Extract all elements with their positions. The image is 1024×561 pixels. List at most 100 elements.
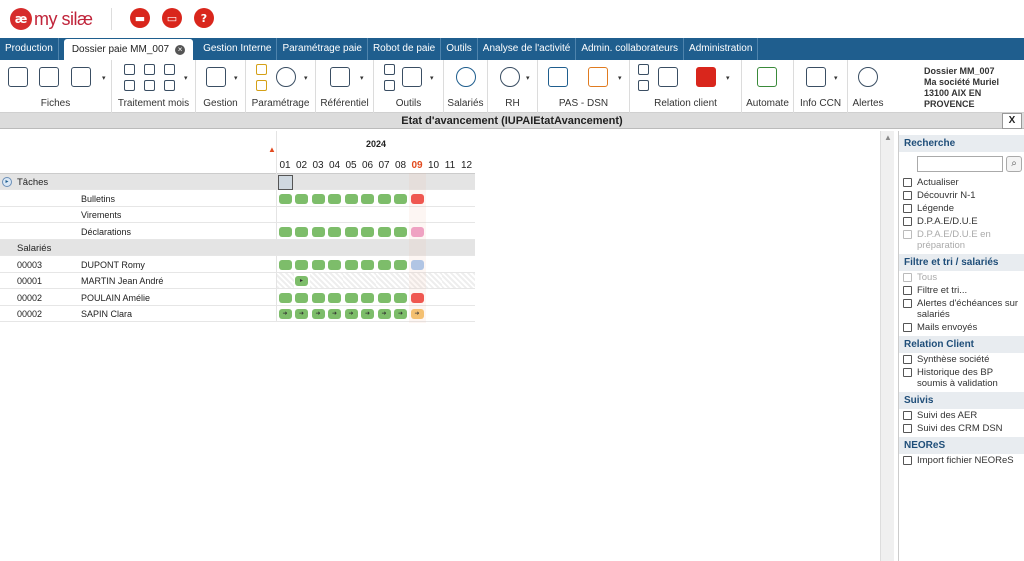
- sort-indicator-icon[interactable]: ▲: [268, 145, 276, 154]
- tab-admin-collaborateurs[interactable]: Admin. collaborateurs: [576, 38, 685, 60]
- close-icon[interactable]: ×: [175, 44, 186, 55]
- status-dot[interactable]: [394, 193, 407, 204]
- status-dot[interactable]: [328, 292, 341, 303]
- month-header[interactable]: 05: [343, 160, 359, 171]
- hand-user-icon[interactable]: [500, 67, 520, 87]
- status-dot[interactable]: [377, 292, 391, 303]
- status-dot[interactable]: [278, 193, 292, 204]
- status-dot[interactable]: [311, 193, 325, 204]
- status-dot[interactable]: [377, 193, 391, 204]
- month-header[interactable]: 11: [442, 160, 458, 171]
- status-dot-arrow[interactable]: ➜: [344, 309, 358, 319]
- status-dot-arrow[interactable]: ➜: [278, 309, 292, 319]
- sidebar-item[interactable]: Mails envoyés: [899, 321, 1024, 334]
- status-dot-arrow[interactable]: ➜: [311, 309, 325, 319]
- month-header[interactable]: 09: [409, 160, 425, 171]
- bank-icon[interactable]: [548, 67, 568, 87]
- status-dot[interactable]: [328, 226, 341, 237]
- folder-icon[interactable]: ▬: [130, 8, 150, 28]
- status-dot[interactable]: [328, 193, 341, 204]
- close-button[interactable]: X: [1002, 113, 1022, 129]
- status-dot-flag[interactable]: ▸: [295, 276, 308, 286]
- pen-icon[interactable]: [124, 80, 135, 91]
- building-icon[interactable]: [39, 67, 59, 87]
- status-dot[interactable]: [295, 259, 308, 270]
- chevron-down-icon[interactable]: ▾: [234, 74, 238, 82]
- company-card-icon[interactable]: [8, 67, 28, 87]
- sidebar-item[interactable]: Suivi des CRM DSN: [899, 422, 1024, 435]
- month-header[interactable]: 02: [294, 160, 310, 171]
- tab-analyse-activite[interactable]: Analyse de l'activité: [478, 38, 577, 60]
- sidebar-item[interactable]: Import fichier NEOReS: [899, 454, 1024, 467]
- status-dot[interactable]: [311, 259, 325, 270]
- status-dot-arrow[interactable]: ➜: [377, 309, 391, 319]
- sidebar-item[interactable]: Filtre et tri...: [899, 284, 1024, 297]
- selected-cell[interactable]: [278, 175, 293, 190]
- status-dot[interactable]: [311, 292, 325, 303]
- folder-icon[interactable]: [256, 64, 267, 75]
- status-dot-arrow[interactable]: ➜: [328, 309, 341, 319]
- month-header[interactable]: 06: [360, 160, 376, 171]
- doc-icon[interactable]: [384, 80, 395, 91]
- tab-outils[interactable]: Outils: [441, 38, 478, 60]
- vertical-scrollbar[interactable]: ▲: [880, 131, 894, 561]
- status-dot[interactable]: [361, 292, 374, 303]
- status-dot[interactable]: [311, 226, 325, 237]
- status-dot[interactable]: [377, 259, 391, 270]
- gear-icon[interactable]: [276, 67, 296, 87]
- chevron-down-icon[interactable]: ▾: [726, 74, 730, 82]
- expand-icon[interactable]: ▸: [2, 177, 12, 187]
- mysilae-icon[interactable]: [696, 67, 716, 87]
- status-dot[interactable]: [361, 259, 374, 270]
- book-add-icon[interactable]: [330, 67, 350, 87]
- sidebar-item[interactable]: Synthèse société: [899, 353, 1024, 366]
- tab-robot-de-paie[interactable]: Robot de paie: [368, 38, 442, 60]
- edit-icon[interactable]: [144, 80, 155, 91]
- chevron-down-icon[interactable]: ▾: [102, 74, 106, 82]
- sidebar-item[interactable]: Légende: [899, 202, 1024, 215]
- month-header[interactable]: 07: [376, 160, 392, 171]
- inbox-icon[interactable]: ▭: [162, 8, 182, 28]
- month-header[interactable]: 10: [426, 160, 442, 171]
- users-icon[interactable]: [456, 67, 476, 87]
- tool-icon[interactable]: [124, 64, 135, 75]
- tab-dossier-paie[interactable]: Dossier paie MM_007 ×: [62, 38, 195, 60]
- status-dot[interactable]: [377, 226, 391, 237]
- status-dot[interactable]: [278, 226, 292, 237]
- help-book-icon[interactable]: [806, 67, 826, 87]
- user-card-icon[interactable]: [71, 67, 91, 87]
- month-header[interactable]: 01: [277, 160, 293, 171]
- month-header[interactable]: 08: [393, 160, 409, 171]
- at-sign-icon[interactable]: [638, 80, 649, 91]
- chevron-down-icon[interactable]: ▾: [430, 74, 434, 82]
- calendar-icon[interactable]: [144, 64, 155, 75]
- search-icon[interactable]: ⌕: [1006, 156, 1022, 172]
- doc-icon[interactable]: [384, 64, 395, 75]
- status-dot[interactable]: [278, 292, 292, 303]
- tab-parametrage-paie[interactable]: Paramétrage paie: [277, 38, 368, 60]
- chevron-down-icon[interactable]: ▾: [184, 74, 188, 82]
- tab-production[interactable]: Production: [0, 38, 59, 60]
- tab-gestion-interne[interactable]: Gestion Interne: [198, 38, 278, 60]
- status-dot-arrow[interactable]: ➜: [394, 309, 407, 319]
- status-dot[interactable]: [328, 259, 341, 270]
- month-header[interactable]: 03: [310, 160, 326, 171]
- tools-icon[interactable]: [402, 67, 422, 87]
- status-dot[interactable]: [344, 259, 358, 270]
- status-dot[interactable]: [295, 292, 308, 303]
- sidebar-item[interactable]: Suivi des AER: [899, 409, 1024, 422]
- status-dot[interactable]: [361, 226, 374, 237]
- status-dot[interactable]: [394, 259, 407, 270]
- folder-icon[interactable]: [256, 80, 267, 91]
- chevron-down-icon[interactable]: ▾: [360, 74, 364, 82]
- calculator-icon[interactable]: [164, 80, 175, 91]
- status-dot-arrow[interactable]: ➜: [295, 309, 308, 319]
- handshake-icon[interactable]: [658, 67, 678, 87]
- month-header[interactable]: 04: [327, 160, 343, 171]
- month-header[interactable]: 12: [459, 160, 475, 171]
- sidebar-item[interactable]: Historique des BP soumis à validation: [899, 366, 1024, 390]
- status-dot[interactable]: [361, 193, 374, 204]
- chevron-down-icon[interactable]: ▾: [618, 74, 622, 82]
- contact-icon[interactable]: [638, 64, 649, 75]
- chevron-down-icon[interactable]: ▾: [526, 74, 530, 82]
